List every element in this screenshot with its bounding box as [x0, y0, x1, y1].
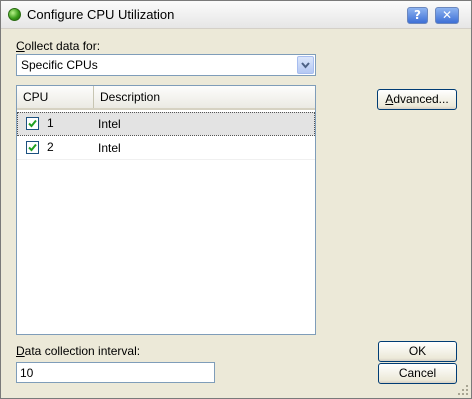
- cpu-2-checkbox[interactable]: [26, 141, 39, 154]
- collect-data-selected: Specific CPUs: [21, 58, 98, 72]
- collect-label-accel: C: [16, 39, 25, 53]
- title-bar[interactable]: Configure CPU Utilization ? ✕: [1, 1, 471, 29]
- collect-data-label: Collect data for:: [16, 39, 100, 53]
- chevron-down-icon: [301, 62, 310, 69]
- advanced-button[interactable]: Advanced...: [377, 89, 457, 110]
- collect-data-dropdown[interactable]: Specific CPUs: [16, 54, 316, 76]
- interval-input[interactable]: 10: [16, 362, 215, 383]
- interval-label-accel: D: [16, 344, 25, 358]
- dropdown-arrow-button[interactable]: [297, 56, 314, 74]
- cpu-1-number: 1: [47, 116, 54, 130]
- collect-label-rest: ollect data for:: [24, 39, 101, 53]
- checkmark-icon: [28, 119, 37, 128]
- resize-grip-icon[interactable]: [457, 384, 469, 396]
- cpu-row-1[interactable]: 1 Intel: [17, 112, 315, 136]
- close-button[interactable]: ✕: [435, 7, 459, 24]
- cpu-2-number: 2: [47, 140, 54, 154]
- cpu-1-checkbox[interactable]: [26, 117, 39, 130]
- cpu-list[interactable]: CPU Description 1 Intel 2 Intel: [16, 85, 316, 335]
- interval-label: Data collection interval:: [16, 344, 140, 358]
- cpu-2-description: Intel: [98, 141, 121, 155]
- checkmark-icon: [28, 143, 37, 152]
- column-header-cpu[interactable]: CPU: [17, 86, 94, 108]
- cpu-1-description: Intel: [98, 117, 121, 131]
- app-icon: [8, 8, 21, 21]
- cpu-list-header: CPU Description: [17, 86, 315, 110]
- cancel-button[interactable]: Cancel: [378, 363, 457, 384]
- interval-label-rest: ata collection interval:: [24, 344, 141, 358]
- ok-button[interactable]: OK: [378, 341, 457, 362]
- interval-value: 10: [20, 366, 34, 380]
- cpu-row-2[interactable]: 2 Intel: [17, 136, 315, 160]
- window-title: Configure CPU Utilization: [27, 7, 175, 22]
- configure-cpu-dialog: Configure CPU Utilization ? ✕ Collect da…: [0, 0, 472, 399]
- advanced-rest: dvanced...: [393, 92, 449, 106]
- help-button[interactable]: ?: [407, 7, 428, 24]
- column-header-description[interactable]: Description: [94, 86, 315, 108]
